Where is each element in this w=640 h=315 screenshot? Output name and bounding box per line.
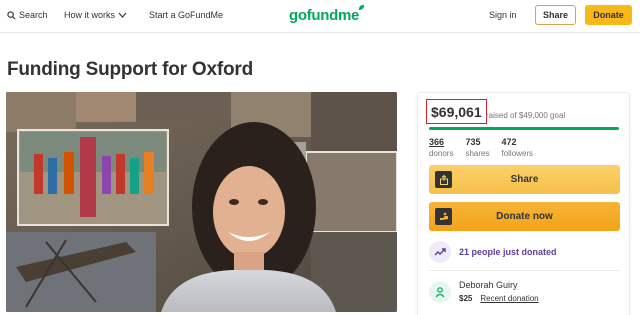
share-button-label: Share <box>510 174 539 185</box>
how-it-works-menu[interactable]: How it works <box>64 10 127 20</box>
stat-value: 366 <box>429 137 445 147</box>
top-nav: Search How it works Start a GoFundMe gof… <box>0 0 640 33</box>
share-icon <box>435 171 452 188</box>
start-gofundme-link[interactable]: Start a GoFundMe <box>149 10 223 20</box>
gofundme-logo[interactable]: gofundme <box>289 4 365 24</box>
progress-fill <box>429 127 619 130</box>
trending-icon <box>429 241 451 263</box>
chevron-down-icon <box>118 12 127 18</box>
search-link[interactable]: Search <box>7 10 48 20</box>
search-label: Search <box>19 10 48 20</box>
recent-activity-text: 21 people just donated <box>459 247 557 257</box>
donor-list-item: Deborah Guiry $25 Recent donation <box>429 277 620 307</box>
sign-in-link[interactable]: Sign in <box>489 10 517 20</box>
donate-hand-icon <box>435 208 452 225</box>
stat-value: 472 <box>501 137 517 147</box>
donation-card: $69,061 raised of $49,000 goal 366 donor… <box>417 92 630 315</box>
stat-value: 735 <box>465 137 481 147</box>
search-icon <box>7 10 16 19</box>
header-donate-button[interactable]: Donate <box>585 5 632 25</box>
header-share-button[interactable]: Share <box>535 5 576 25</box>
stat-label: followers <box>501 149 534 158</box>
raised-amount: $69,061 <box>431 103 482 120</box>
page-title: Funding Support for Oxford <box>7 59 253 80</box>
how-it-works-label: How it works <box>64 10 116 20</box>
donor-amount: $25 <box>459 294 473 303</box>
donate-now-button[interactable]: Donate now <box>429 202 620 231</box>
campaign-photo[interactable] <box>6 92 397 312</box>
stat-shares: 735 shares <box>465 137 489 159</box>
share-button[interactable]: Share <box>429 165 620 194</box>
stat-label: shares <box>465 149 490 158</box>
stat-followers: 472 followers <box>501 137 533 159</box>
progress-bar <box>429 127 619 130</box>
campaign-photo-art <box>6 92 397 312</box>
recent-activity: 21 people just donated <box>429 239 620 265</box>
donate-now-label: Donate now <box>496 211 553 222</box>
leaf-icon <box>358 4 365 11</box>
donor-name: Deborah Guiry <box>459 280 518 290</box>
stat-label: donors <box>429 149 454 158</box>
campaign-stats: 366 donors 735 shares 472 followers <box>429 137 533 159</box>
raised-amount-highlight: $69,061 <box>426 99 487 124</box>
stat-donors[interactable]: 366 donors <box>429 137 453 159</box>
donor-avatar-icon <box>429 281 451 303</box>
recent-donation-link[interactable]: Recent donation <box>480 292 538 305</box>
goal-text: raised of $49,000 goal <box>486 111 566 120</box>
divider <box>429 270 620 271</box>
